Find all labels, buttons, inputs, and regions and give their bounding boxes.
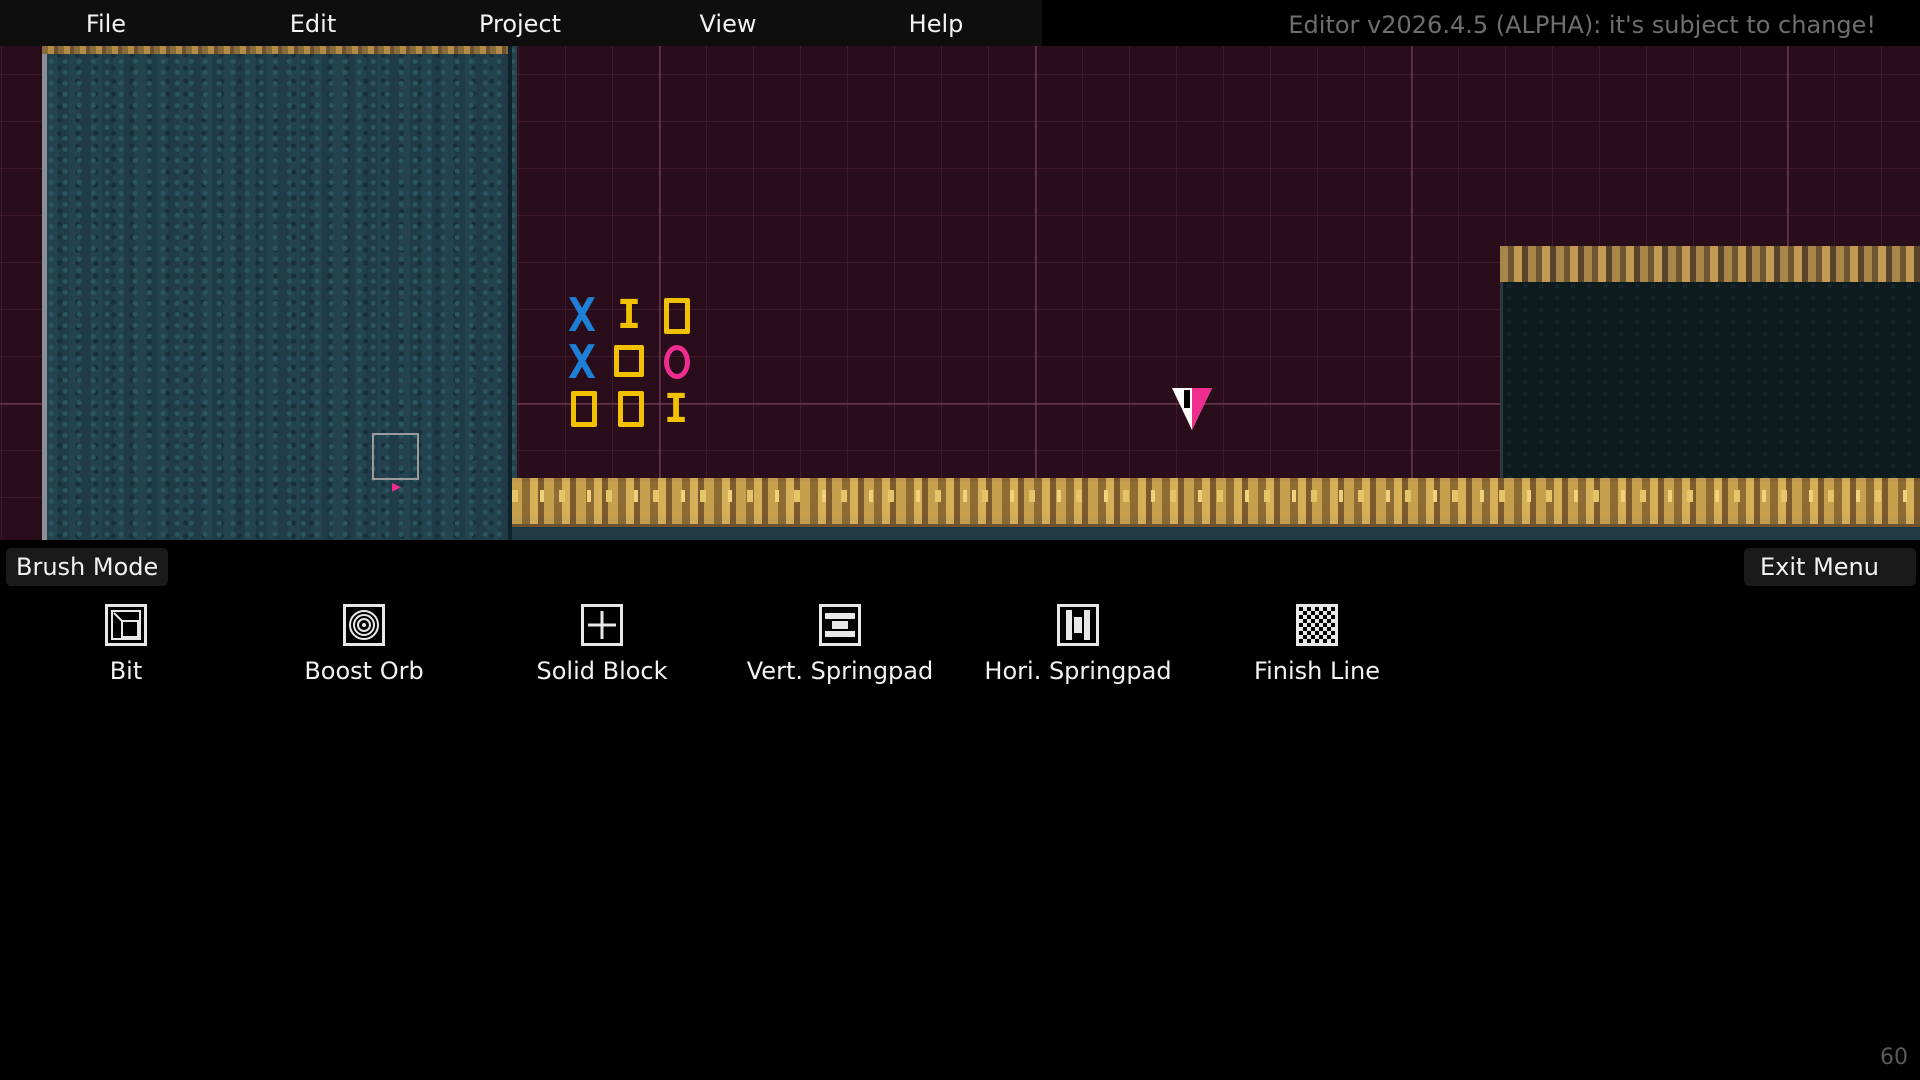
- bit-bar-1[interactable]: I: [609, 292, 649, 338]
- tool-boost-orb[interactable]: Boost Orb: [259, 604, 469, 685]
- exit-menu-button[interactable]: Exit Menu: [1744, 548, 1916, 586]
- left-wall-tile: [42, 46, 517, 540]
- tool-hori-springpad[interactable]: Hori. Springpad: [973, 604, 1183, 685]
- tool-label: Hori. Springpad: [984, 657, 1172, 685]
- bit-ring-4[interactable]: [618, 391, 644, 427]
- boost-orb-icon: [343, 604, 385, 646]
- bit-ring-3[interactable]: [571, 391, 597, 427]
- fps-counter: 60: [1880, 1045, 1908, 1070]
- tool-label: Boost Orb: [304, 657, 424, 685]
- floor-grass-highlight: [512, 490, 1920, 502]
- bit-bar-2[interactable]: I: [656, 386, 696, 432]
- player-mark: [1184, 390, 1190, 408]
- tool-finish-line[interactable]: Finish Line: [1212, 604, 1422, 685]
- bit-ring-2[interactable]: [614, 345, 644, 377]
- tool-vert-springpad[interactable]: Vert. Springpad: [735, 604, 945, 685]
- left-wall-top: [42, 46, 512, 54]
- tool-label: Vert. Springpad: [746, 657, 934, 685]
- menu-edit[interactable]: Edit: [233, 0, 393, 46]
- menu-help[interactable]: Help: [856, 0, 1016, 46]
- player-accent: [1192, 388, 1212, 430]
- brush-mode-label[interactable]: Brush Mode: [6, 548, 169, 586]
- bit-ring-pink[interactable]: [664, 345, 690, 379]
- menu-view[interactable]: View: [648, 0, 808, 46]
- left-wall-edge: [508, 46, 512, 540]
- floor-base: [512, 524, 1920, 540]
- tool-label: Bit: [109, 657, 143, 685]
- menu-project[interactable]: Project: [440, 0, 600, 46]
- version-label: Editor v2026.4.5 (ALPHA): it's subject t…: [1288, 11, 1876, 39]
- menu-bar: File Edit Project View Help Editor v2026…: [0, 0, 1920, 46]
- bit-ring-1[interactable]: [664, 298, 690, 334]
- cursor-arrow-icon: ▸: [392, 476, 402, 497]
- hori-springpad-icon: [1057, 604, 1099, 646]
- bit-x-1[interactable]: X: [562, 292, 602, 338]
- menu-file[interactable]: File: [26, 0, 186, 46]
- finish-line-icon: [1296, 604, 1338, 646]
- tool-solid-block[interactable]: Solid Block: [497, 604, 707, 685]
- vert-springpad-icon: [819, 604, 861, 646]
- tool-label: Finish Line: [1254, 657, 1380, 685]
- bit-icon: [105, 604, 147, 646]
- tool-bit[interactable]: Bit: [21, 604, 231, 685]
- right-platform: [1500, 256, 1920, 482]
- menu-bar-left: File Edit Project View Help: [0, 0, 1042, 46]
- brush-cursor-box: [372, 433, 419, 480]
- solid-block-icon: [581, 604, 623, 646]
- level-canvas[interactable]: X I X I ▸: [0, 46, 1920, 540]
- tool-label: Solid Block: [536, 657, 668, 685]
- bit-x-2[interactable]: X: [562, 339, 602, 385]
- right-platform-grass: [1500, 246, 1920, 282]
